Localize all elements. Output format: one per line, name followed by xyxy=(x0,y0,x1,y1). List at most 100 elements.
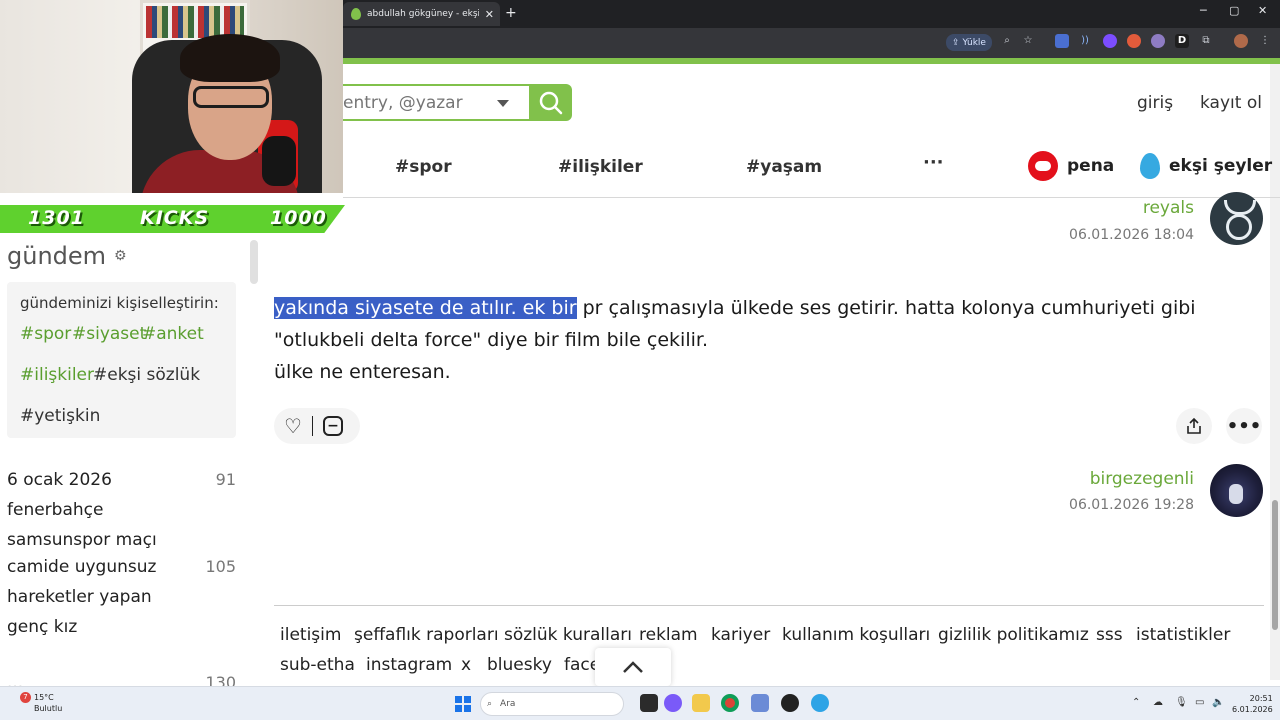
author-avatar[interactable] xyxy=(1210,192,1263,245)
network-icon[interactable]: ▭ xyxy=(1195,697,1204,708)
tag-eksi-sozluk[interactable]: #ekşi sözlük xyxy=(93,365,200,385)
more-dots-icon: ••• xyxy=(1226,415,1262,437)
clock-date: 6.01.2026 xyxy=(1232,705,1273,714)
snipping-tool-icon[interactable] xyxy=(751,694,769,712)
eksi-seyler-link[interactable]: ekşi şeyler xyxy=(1140,152,1272,180)
entry-author[interactable]: reyals xyxy=(1143,198,1194,218)
tag-spor[interactable]: #spor xyxy=(20,324,71,344)
sidebar-scrollbar[interactable] xyxy=(250,240,258,284)
browser-menu-icon[interactable]: ⋮ xyxy=(1258,34,1272,48)
microphone-icon[interactable]: 🎙 xyxy=(1175,697,1188,708)
entry-date[interactable]: 06.01.2026 18:04 xyxy=(1069,227,1194,243)
bookmark-star-icon[interactable]: ☆ xyxy=(1021,34,1035,48)
topic-link[interactable]: camide uygunsuz hareketler yapan genç kı… xyxy=(7,552,192,642)
tag-anket[interactable]: #anket xyxy=(142,324,204,344)
entry-date[interactable]: 06.01.2026 19:28 xyxy=(1069,497,1194,513)
profile-avatar-icon[interactable] xyxy=(1234,34,1248,48)
footer-link[interactable]: kullanım koşulları xyxy=(782,625,930,645)
entry-author[interactable]: birgezegenli xyxy=(1090,469,1194,489)
footer-link[interactable]: gizlilik politikamız xyxy=(938,625,1089,645)
scroll-to-top-button[interactable] xyxy=(595,648,671,686)
footer-link[interactable]: sss xyxy=(1096,625,1123,645)
nav-spor[interactable]: #spor xyxy=(395,157,452,177)
windows-start-icon[interactable] xyxy=(455,696,471,712)
chevron-down-icon[interactable] xyxy=(497,100,509,107)
zoom-icon[interactable]: ⌕ xyxy=(1000,34,1014,48)
file-explorer-icon[interactable] xyxy=(692,694,710,712)
extension-icon[interactable]: )) xyxy=(1078,34,1092,48)
vote-bar: ♡ − xyxy=(274,408,360,444)
kicks-counter-bar: 1301 KICKS 1000 xyxy=(0,205,345,233)
footer-link[interactable]: şeffaflık raporları xyxy=(354,625,499,645)
clock-time: 20:51 xyxy=(1249,694,1273,703)
topic-count: 105 xyxy=(205,557,236,576)
more-options-button[interactable]: ••• xyxy=(1226,408,1262,444)
pena-logo-icon xyxy=(1028,151,1058,181)
taskbar-search[interactable]: ⌕ Ara xyxy=(480,692,624,716)
footer-link[interactable]: bluesky xyxy=(487,655,552,675)
search-box[interactable] xyxy=(343,84,529,121)
footer-divider xyxy=(274,605,1264,606)
puzzle-extensions-icon[interactable]: ⧉ xyxy=(1199,34,1213,48)
register-link[interactable]: kayıt ol xyxy=(1200,93,1262,113)
cloud-extension-icon[interactable] xyxy=(1151,34,1165,48)
entry-content: yakında siyasete de atılır. ek bir pr ça… xyxy=(274,292,1269,388)
nav-yasam[interactable]: #yaşam xyxy=(746,157,822,177)
weather-badge: 7 xyxy=(20,692,31,703)
copilot-icon[interactable] xyxy=(664,694,682,712)
taskbar-clock[interactable]: 20:51 6.01.2026 xyxy=(1232,693,1273,715)
maximize-button[interactable]: ▢ xyxy=(1229,4,1239,17)
volume-icon[interactable]: 🔈 xyxy=(1212,697,1224,708)
pena-link[interactable]: pena xyxy=(1028,151,1114,181)
minimize-button[interactable]: ─ xyxy=(1200,4,1207,17)
vote-divider xyxy=(311,416,313,436)
translate-extension-icon[interactable] xyxy=(1055,34,1069,48)
topic-count: 91 xyxy=(215,470,236,489)
window-close-button[interactable]: ✕ xyxy=(1258,4,1267,17)
search-button[interactable] xyxy=(529,84,572,121)
page-scrollbar-thumb[interactable] xyxy=(1272,500,1278,630)
tag-iliskiler[interactable]: #ilişkiler xyxy=(20,365,94,385)
browser-tab[interactable]: abdullah gökgüney - ekşi sözlük ✕ xyxy=(343,2,500,26)
topic-link[interactable]: ... xyxy=(7,668,192,686)
cloud-tray-icon[interactable]: ☁ xyxy=(1153,697,1163,708)
new-tab-button[interactable]: + xyxy=(505,5,517,21)
tab-close-icon[interactable]: ✕ xyxy=(485,8,500,21)
upload-button[interactable]: ⇪ Yükle xyxy=(946,34,992,51)
footer-link[interactable]: x xyxy=(461,655,471,675)
chrome-icon[interactable] xyxy=(721,694,739,712)
share-button[interactable] xyxy=(1176,408,1212,444)
water-drop-icon xyxy=(1140,153,1160,179)
footer-link[interactable]: iletişim xyxy=(280,625,341,645)
kicks-right-count: 1000 xyxy=(270,207,327,229)
tray-chevron-icon[interactable]: ⌃ xyxy=(1132,697,1140,708)
sidebar-title-text: gündem xyxy=(7,242,107,270)
tag-yetiskin[interactable]: #yetişkin xyxy=(20,406,100,426)
tag-siyaset[interactable]: #siyaset xyxy=(72,324,146,344)
gear-icon[interactable]: ⚙ xyxy=(114,248,127,264)
footer-link[interactable]: instagram xyxy=(366,655,452,675)
telegram-icon[interactable] xyxy=(811,694,829,712)
footer-link[interactable]: kariyer xyxy=(711,625,770,645)
nav-iliskiler[interactable]: #ilişkiler xyxy=(558,157,643,177)
eksi-seyler-label: ekşi şeyler xyxy=(1169,156,1273,176)
login-link[interactable]: giriş xyxy=(1137,93,1173,113)
nav-more-button[interactable]: ··· xyxy=(923,152,944,173)
footer-link[interactable]: istatistikler xyxy=(1136,625,1230,645)
d-extension-icon[interactable]: D xyxy=(1175,34,1189,48)
site-top-accent xyxy=(343,58,1280,64)
footer-link[interactable]: sözlük kuralları xyxy=(504,625,632,645)
footer-link[interactable]: reklam xyxy=(639,625,698,645)
fox-extension-icon[interactable] xyxy=(1127,34,1141,48)
search-input[interactable] xyxy=(343,92,493,113)
heart-icon[interactable]: ♡ xyxy=(284,414,302,438)
task-view-icon[interactable] xyxy=(640,694,658,712)
topic-link[interactable]: 6 ocak 2026 fenerbahçe samsunspor maçı xyxy=(7,465,192,555)
topic-count: 130 xyxy=(205,673,236,686)
shield-extension-icon[interactable] xyxy=(1103,34,1117,48)
obs-icon[interactable] xyxy=(781,694,799,712)
footer-link[interactable]: sub-etha xyxy=(280,655,355,675)
author-avatar[interactable] xyxy=(1210,464,1263,517)
downvote-icon[interactable]: − xyxy=(322,416,343,436)
tab-title: abdullah gökgüney - ekşi sözlük xyxy=(367,9,479,19)
